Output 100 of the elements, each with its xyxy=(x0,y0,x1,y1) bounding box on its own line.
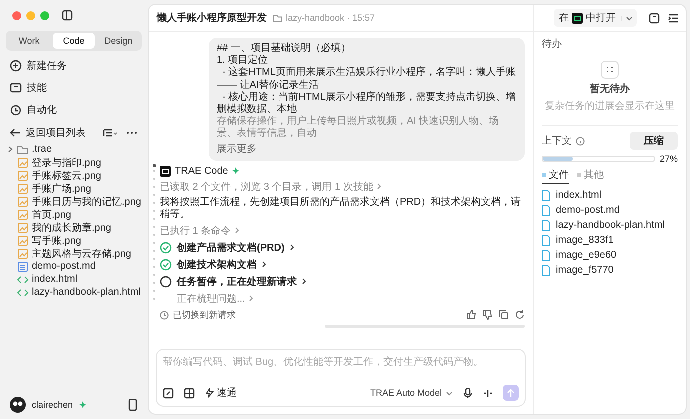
document-icon xyxy=(17,260,29,272)
panel-icon[interactable] xyxy=(649,12,660,24)
sparkle-icon xyxy=(232,167,240,176)
file-icon xyxy=(542,235,551,246)
summary-link[interactable]: 正在梳理问题... xyxy=(177,292,254,306)
file-tree-item[interactable]: 登录与指印.png xyxy=(6,156,142,169)
image-file-icon xyxy=(17,234,29,246)
show-more-link[interactable]: 展示更多 xyxy=(217,144,517,156)
task-title: 懒人手账小程序原型开发 xyxy=(157,11,267,25)
context-file[interactable]: demo-post.md xyxy=(542,203,678,218)
menu-item[interactable]: 技能 xyxy=(6,77,142,99)
chevron-right-icon xyxy=(249,295,254,302)
message-text: - 这套HTML页面用来展示生活娱乐行业小程序，名字叫：懒人手账 —— 让AI替你记录生活 xyxy=(217,67,517,92)
waveform-icon[interactable] xyxy=(483,388,493,398)
message-text: ## 一、项目基础说明（必填） xyxy=(217,43,352,54)
list-view-icon[interactable] xyxy=(103,128,118,138)
file-icon xyxy=(542,190,551,201)
menu-item[interactable]: 新建任务 xyxy=(6,55,142,77)
microphone-icon[interactable] xyxy=(463,388,473,398)
avatar-icon[interactable] xyxy=(10,397,26,413)
clock-icon xyxy=(10,104,22,116)
message-text: - 核心用途：当前HTML展示小程序的雏形，需要支持点击切换、增删模拟数据、本地 xyxy=(217,92,517,116)
task-item[interactable]: 创建技术架构文档 xyxy=(160,258,267,272)
mode-tab[interactable]: Work xyxy=(8,33,51,49)
image-file-icon xyxy=(17,222,29,234)
folder-icon xyxy=(273,14,283,22)
file-tree-item[interactable]: 手账日历与我的记忆.png xyxy=(6,195,142,208)
context-tab[interactable]: 其他 xyxy=(577,168,604,184)
file-icon xyxy=(542,265,551,276)
file-icon xyxy=(542,220,551,231)
agent-name: TRAE Code xyxy=(175,166,228,177)
menu-item[interactable]: 自动化 xyxy=(6,99,142,121)
mode-tab[interactable]: Design xyxy=(97,33,140,49)
thumbs-up-icon[interactable] xyxy=(467,310,477,320)
back-link[interactable]: 返回项目列表 xyxy=(10,126,86,140)
chevron-right-icon xyxy=(262,261,267,268)
task-item[interactable]: 任务暂停，正在处理新请求 xyxy=(160,274,307,289)
skill-icon xyxy=(10,82,22,94)
compress-button[interactable]: 压缩 xyxy=(630,132,678,150)
section-title: 待办 xyxy=(542,38,563,51)
chat-input[interactable]: 帮你编写代码、调试 Bug、优化性能等开发工作，交付生产级代码产物。 速通 TRAE Auto Model xyxy=(156,349,526,407)
model-dropdown[interactable]: TRAE Auto Model xyxy=(370,388,453,398)
task-item[interactable]: 创建产品需求文档(PRD) xyxy=(160,240,295,255)
file-tree-item[interactable]: 手账广场.png xyxy=(6,182,142,195)
context-file[interactable]: lazy-handbook-plan.html xyxy=(542,218,678,233)
message-text: 1. 项目定位 xyxy=(217,55,270,66)
file-tree-item[interactable]: 主题风格与云存储.png xyxy=(6,247,142,260)
agent-logo-icon xyxy=(160,166,171,177)
phone-icon[interactable] xyxy=(128,399,138,411)
image-file-icon xyxy=(17,156,29,168)
file-tree-item[interactable]: index.html xyxy=(6,273,142,286)
file-tree-item[interactable]: 手账标签云.png xyxy=(6,169,142,182)
summary-link[interactable]: 已执行 1 条命令 xyxy=(160,224,240,238)
window-controls[interactable] xyxy=(12,10,50,20)
chevron-down-icon xyxy=(446,390,453,396)
file-tree-item[interactable]: lazy-handbook-plan.html xyxy=(6,286,142,299)
image-file-icon xyxy=(17,248,29,260)
chevron-down-icon xyxy=(626,16,633,20)
file-tree-item[interactable]: demo-post.md xyxy=(6,260,142,273)
empty-title: 暂无待办 xyxy=(590,82,630,96)
info-icon xyxy=(576,136,585,146)
back-arrow-icon xyxy=(10,128,21,138)
chevron-right-icon xyxy=(302,278,307,286)
chevron-right-icon xyxy=(290,244,295,252)
edit-icon[interactable] xyxy=(163,388,174,398)
file-tree-item[interactable]: 写手账.png xyxy=(6,234,142,247)
copy-icon[interactable] xyxy=(499,310,509,320)
sidebar-toggle-icon[interactable] xyxy=(62,10,73,21)
mode-button[interactable]: 速通 xyxy=(205,386,237,400)
context-file[interactable]: image_833f1 xyxy=(542,233,678,248)
summary-link[interactable]: 已读取 2 个文件，浏览 3 个目录，调用 1 次技能 xyxy=(160,180,382,194)
file-tree-item[interactable]: 首页.png xyxy=(6,208,142,221)
project-path: lazy-handbook · 15:57 xyxy=(286,13,376,23)
refresh-icon[interactable] xyxy=(515,310,525,320)
thumbs-down-icon[interactable] xyxy=(483,310,493,320)
app-logo-icon xyxy=(572,12,583,24)
image-file-icon xyxy=(17,182,29,194)
status-text: 已切换到新请求 xyxy=(160,308,236,322)
chevron-right-icon xyxy=(235,227,240,234)
chevron-right-icon xyxy=(377,183,382,190)
folder-icon xyxy=(17,144,29,156)
message-text: 存储保存操作，用户上传每日照片或视频，AI 快速识别人物、场景、表情等信息，自动 xyxy=(217,116,500,140)
arrow-up-icon xyxy=(507,388,515,398)
context-tab[interactable]: 文件 xyxy=(542,168,569,184)
context-file[interactable]: image_e9e60 xyxy=(542,248,678,263)
open-in-button[interactable]: 在 中打开 xyxy=(554,9,637,27)
file-tree-item[interactable]: 我的成长勋章.png xyxy=(6,221,142,234)
image-icon[interactable] xyxy=(184,388,195,398)
file-tree-item[interactable]: .trae xyxy=(6,143,142,156)
file-icon xyxy=(542,205,551,216)
more-icon[interactable] xyxy=(126,131,138,135)
empty-list-icon xyxy=(601,61,619,79)
lightning-icon xyxy=(205,388,214,398)
sidebar-right-icon[interactable] xyxy=(668,12,679,24)
code-file-icon xyxy=(17,286,29,298)
context-file[interactable]: image_f5770 xyxy=(542,263,678,278)
mode-tab[interactable]: Code xyxy=(52,33,96,49)
badge-icon xyxy=(79,401,88,409)
context-file[interactable]: index.html xyxy=(542,188,678,203)
reply-text: 我将按照工作流程，先创建项目所需的产品需求文档（PRD）和技术架构文档，请稍等。 xyxy=(160,196,522,221)
